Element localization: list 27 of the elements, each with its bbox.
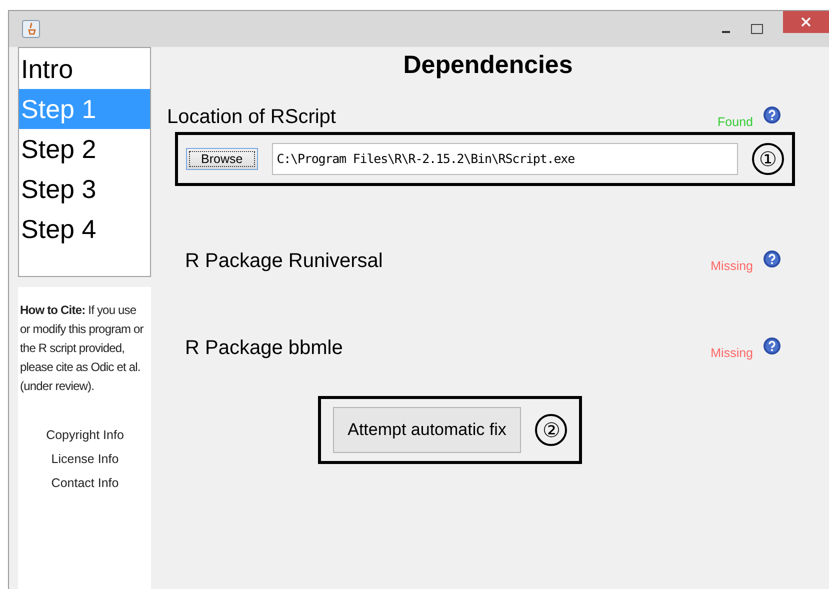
status-text: Found [718, 114, 753, 128]
callout-number: ② [535, 414, 568, 446]
step-item[interactable]: Step 4 [19, 209, 150, 249]
dependency-label: R Package Runiversal [185, 250, 384, 273]
app-icon [22, 20, 40, 38]
step-item[interactable]: Step 2 [19, 129, 150, 169]
browse-button[interactable]: Browse [186, 148, 258, 170]
close-icon [801, 17, 811, 27]
help-icon[interactable] [763, 250, 781, 268]
info-link[interactable]: Copyright Info [46, 426, 124, 445]
callout-number: ① [752, 143, 784, 175]
page-title: Dependencies [402, 51, 574, 80]
help-icon[interactable] [763, 106, 781, 124]
dependency-label: Location of RScript [167, 106, 337, 129]
status-text: Missing [710, 346, 753, 360]
close-button[interactable] [783, 11, 829, 33]
path-field[interactable]: C:\Program Files\R\R-2.15.2\Bin\RScript.exe [272, 143, 738, 175]
dependency-label: R Package bbmle [185, 337, 344, 360]
status-text: Missing [710, 258, 753, 272]
info-link[interactable]: Contact Info [51, 474, 119, 493]
step-item[interactable]: Intro [19, 49, 150, 89]
fix-button[interactable]: Attempt automatic fix [332, 407, 522, 453]
cite-text: How to Cite: If you use or modify this program or the R script provided, please cite as Odic et al. (under review). [20, 302, 144, 395]
step-item[interactable]: Step 3 [19, 169, 150, 209]
info-link[interactable]: License Info [51, 450, 119, 469]
help-icon[interactable] [763, 336, 781, 354]
maximize-icon[interactable] [751, 24, 763, 34]
